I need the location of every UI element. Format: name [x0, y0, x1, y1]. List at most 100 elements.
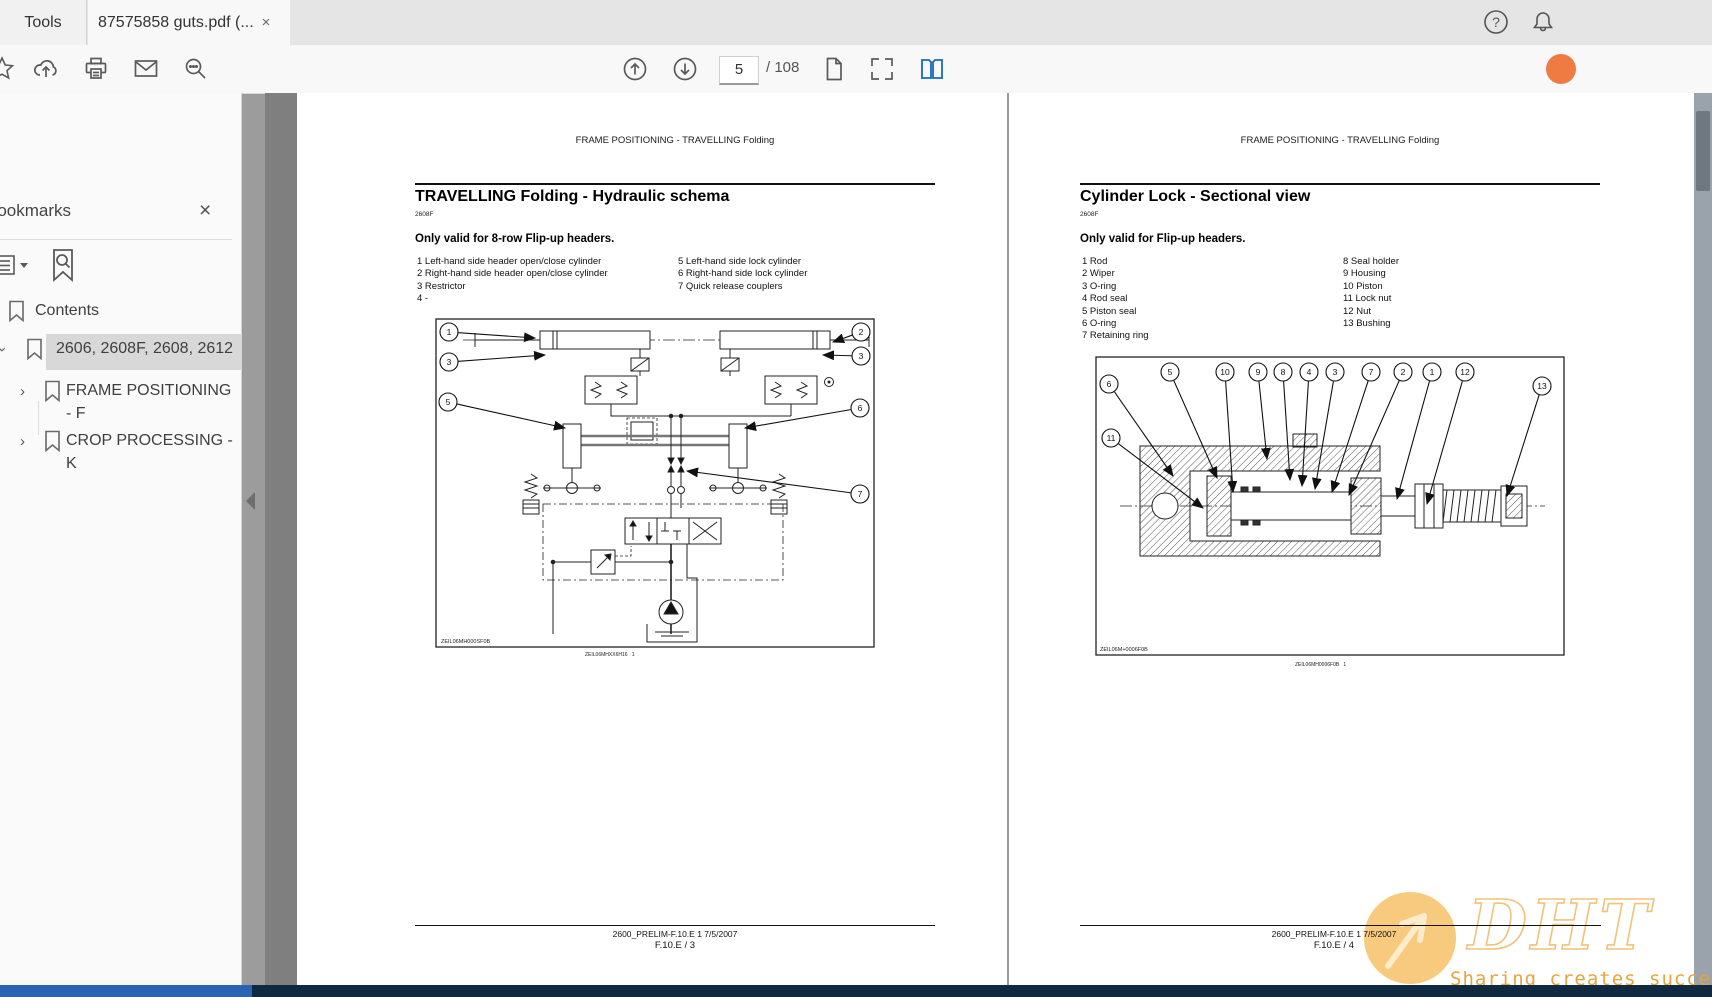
subtitle-left: Only valid for 8-row Flip-up headers.	[415, 233, 614, 245]
previous-page-icon[interactable]	[621, 55, 649, 83]
figure-caption-right: ZEIL06MH0006F0B 1	[1295, 662, 1346, 668]
page-title-right: Cylinder Lock - Sectional view	[1080, 188, 1310, 206]
legend-item: 2 Wiper	[1082, 268, 1337, 280]
model-code-left: 2608F	[415, 211, 433, 218]
legend-item: 7 Retaining ring	[1082, 330, 1337, 342]
legend-item: 12 Nut	[1343, 306, 1598, 318]
tab-close-icon[interactable]: ×	[262, 14, 271, 31]
footer-right: 2600_PRELIM-F.10.E 1 7/5/2007 F.10.E / 4	[1134, 929, 1534, 951]
callout-leader	[458, 355, 545, 361]
running-header-left: FRAME POSITIONING - TRAVELLING Folding	[465, 135, 885, 146]
legend-item: 7 Quick release couplers	[678, 281, 933, 293]
bookmark-label: 2606, 2608F, 2608, 2612	[56, 337, 233, 360]
bookmark-options-icon[interactable]	[0, 253, 32, 284]
notifications-bell-icon[interactable]	[1529, 8, 1557, 36]
tab-tools-label: Tools	[24, 14, 61, 32]
tab-tools[interactable]: Tools	[0, 0, 87, 45]
legend-item: 6 Right-hand side lock cylinder	[678, 268, 933, 280]
callout-leader	[1315, 381, 1333, 489]
title-rule-left	[415, 183, 935, 185]
legend-left-col2: 5 Left-hand side lock cylinder6 Right-ha…	[678, 256, 933, 293]
legend-item: 13 Bushing	[1343, 318, 1598, 330]
bookmark-icon	[44, 380, 61, 402]
account-avatar[interactable]	[1546, 54, 1576, 84]
tab-bar: Tools 87575858 guts.pdf (... × ?	[0, 0, 1712, 45]
taskbar-active-app[interactable]	[0, 985, 252, 997]
next-page-icon[interactable]	[671, 55, 699, 83]
email-icon[interactable]	[132, 55, 160, 83]
taskbar[interactable]	[0, 985, 1712, 997]
bookmarks-close-icon[interactable]: ×	[199, 199, 211, 223]
chevron-right-icon[interactable]: ›	[20, 383, 25, 400]
svg-text:?: ?	[1492, 14, 1500, 30]
callout-leader	[833, 335, 852, 342]
bookmark-label: CROP PROCESSING - K	[66, 429, 233, 475]
callout-number: 9	[1256, 367, 1261, 377]
running-header-right: FRAME POSITIONING - TRAVELLING Folding	[1130, 135, 1550, 146]
callout-leader	[823, 355, 852, 356]
legend-item: 1 Left-hand side header open/close cylin…	[417, 256, 672, 268]
legend-item: 2 Right-hand side header open/close cyli…	[417, 268, 672, 280]
cloud-upload-icon[interactable]	[32, 55, 60, 83]
figure-caption-left: ZEIL06MHXX6H16 1	[585, 652, 634, 658]
divider	[0, 239, 232, 240]
star-favorites-icon[interactable]	[0, 55, 16, 83]
bookmark-item-contents[interactable]: Contents	[0, 299, 242, 333]
vertical-scrollbar[interactable]	[1694, 93, 1712, 985]
callout-number: 3	[859, 351, 864, 361]
help-icon[interactable]: ?	[1482, 8, 1510, 36]
zoom-search-icon[interactable]	[182, 55, 210, 83]
callout-leader	[1427, 381, 1462, 504]
bookmark-label: FRAME POSITIONING - F	[66, 379, 231, 425]
callout-number: 2	[1401, 367, 1406, 377]
title-rule-right	[1080, 183, 1600, 185]
single-page-view-icon[interactable]	[820, 55, 848, 83]
callout-leader	[1507, 395, 1539, 496]
callout-number: 8	[1281, 367, 1286, 377]
figure-corner-label-right: ZEIL06M+0006F0B	[1100, 647, 1148, 653]
chevron-down-icon[interactable]: ›	[0, 347, 11, 352]
callout-leader	[1226, 381, 1233, 492]
bookmark-item-crop-processing-k[interactable]: › CROP PROCESSING - K	[0, 429, 242, 477]
footer-left: 2600_PRELIM-F.10.E 1 7/5/2007 F.10.E / 3	[475, 929, 875, 951]
bookmark-item-frame-positioning-f[interactable]: › FRAME POSITIONING - F	[0, 379, 242, 427]
cylinder-lock-figure: 65109843721121311 ZEIL06M+0006F0B	[1095, 356, 1565, 661]
page-number-input[interactable]: 5	[719, 56, 759, 85]
legend-item: 9 Housing	[1343, 268, 1598, 280]
hydraulic-schema-figure: 1233567 ZEIL06MH000SF0B	[435, 318, 875, 653]
bookmark-icon	[26, 338, 43, 360]
callout-number: 1	[1430, 367, 1435, 377]
callout-number: 11	[1107, 433, 1116, 443]
legend-item: 3 O-ring	[1082, 281, 1337, 293]
callout-number: 12	[1460, 367, 1470, 377]
tab-document-label: 87575858 guts.pdf (...	[98, 14, 254, 32]
bookmark-item-2606-2608f-2608-2612[interactable]: › 2606, 2608F, 2608, 2612	[0, 337, 242, 377]
callout-leader	[745, 410, 851, 428]
legend-item: 10 Piston	[1343, 281, 1598, 293]
callout-leader	[457, 404, 565, 428]
scrollbar-thumb[interactable]	[1696, 111, 1710, 191]
bookmark-search-icon[interactable]	[48, 247, 78, 288]
callout-number: 6	[858, 403, 863, 413]
multi-page-view-icon[interactable]	[868, 55, 896, 83]
tab-document[interactable]: 87575858 guts.pdf (... ×	[88, 0, 290, 45]
collapse-panel-icon[interactable]	[246, 492, 255, 510]
main-toolbar: 5 / 108	[0, 45, 1712, 94]
callout-number: 4	[1307, 367, 1312, 377]
model-code-right: 2608F	[1080, 211, 1098, 218]
legend-item: 5 Piston seal	[1082, 306, 1337, 318]
chevron-right-icon[interactable]: ›	[20, 433, 25, 450]
legend-item: 11 Lock nut	[1343, 293, 1598, 305]
callout-number: 3	[447, 357, 452, 367]
subtitle-right: Only valid for Flip-up headers.	[1080, 233, 1246, 245]
pdf-viewer-window: Tools 87575858 guts.pdf (... × ?	[0, 0, 1712, 997]
legend-item: 5 Left-hand side lock cylinder	[678, 256, 933, 268]
bookmark-icon	[8, 300, 25, 322]
legend-right-col2: 8 Seal holder9 Housing10 Piston11 Lock n…	[1343, 256, 1598, 330]
page-gap	[1007, 93, 1009, 985]
legend-item: 1 Rod	[1082, 256, 1337, 268]
callout-leader	[1332, 381, 1368, 492]
two-page-view-icon[interactable]	[918, 55, 946, 83]
callout-leader	[458, 333, 535, 338]
print-icon[interactable]	[82, 55, 110, 83]
